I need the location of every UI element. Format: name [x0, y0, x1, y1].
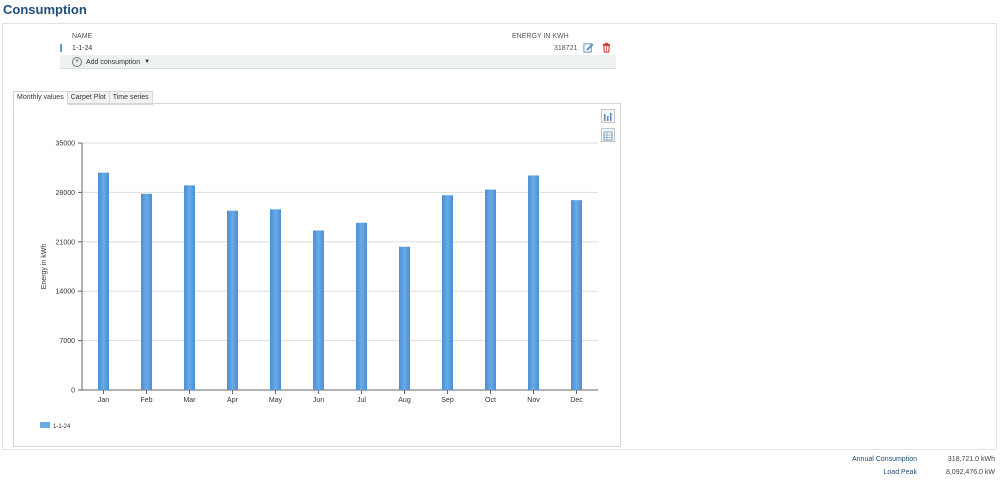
edit-icon[interactable]: [583, 42, 594, 53]
annual-consumption-value: 318,721.0 kWh: [947, 456, 995, 463]
annual-consumption-label: Annual Consumption: [852, 456, 917, 463]
load-peak-row: Load Peak 8,092,476.0 kW: [840, 469, 995, 482]
delete-icon[interactable]: [601, 42, 612, 53]
add-consumption-bar: + Add consumption ▼: [60, 55, 616, 69]
row-name: 1-1-24: [72, 45, 93, 52]
load-peak-label: Load Peak: [883, 469, 917, 476]
add-consumption-button[interactable]: + Add consumption ▼: [72, 57, 150, 67]
plus-icon: +: [72, 57, 82, 67]
column-header-name: NAME: [72, 33, 93, 40]
chart-table-icon[interactable]: [601, 128, 615, 142]
add-consumption-label: Add consumption: [86, 58, 141, 66]
summary: Annual Consumption 318,721.0 kWh Load Pe…: [840, 456, 995, 482]
row-energy: 318721: [554, 45, 578, 52]
tab-monthly-values[interactable]: Monthly values: [13, 91, 68, 105]
row-color-marker: [60, 44, 62, 52]
column-header-energy: ENERGY IN KWH: [512, 33, 569, 40]
annual-consumption-row: Annual Consumption 318,721.0 kWh: [840, 456, 995, 469]
load-peak-value: 8,092,476.0 kW: [945, 469, 995, 476]
page-title: Consumption: [3, 2, 87, 17]
chart-box: [13, 103, 621, 447]
chevron-down-icon: ▼: [144, 59, 151, 65]
chart-settings-icon[interactable]: [601, 109, 615, 123]
